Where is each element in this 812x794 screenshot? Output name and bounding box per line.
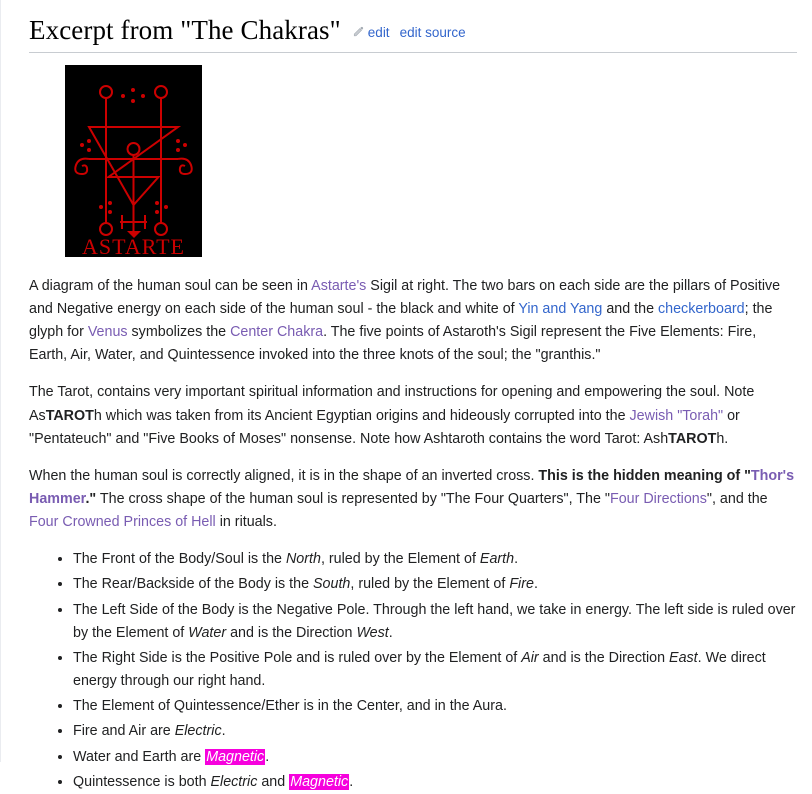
- list-item-text: and: [257, 773, 290, 790]
- p2-bold-tarot-2: TAROT: [668, 430, 717, 447]
- p3-text-1: When the human soul is correctly aligned…: [29, 467, 539, 484]
- astarte-sigil-image: ASTARTE: [65, 64, 202, 257]
- emphasis-text: South: [313, 576, 351, 593]
- emphasis-text: North: [285, 551, 321, 568]
- list-item: The Element of Quintessence/Ether is in …: [73, 695, 796, 718]
- list-item-text: The Rear/Backside of the Body is the: [73, 576, 313, 593]
- emphasis-text: Fire: [509, 576, 534, 593]
- edit-source-link[interactable]: edit source: [400, 25, 466, 40]
- list-item: The Rear/Backside of the Body is the Sou…: [73, 573, 796, 596]
- emphasis-text: Earth: [479, 551, 515, 568]
- link-four-crowned-princes-of-hell[interactable]: Four Crowned Princes of Hell: [29, 514, 216, 530]
- list-item-text: and is the Direction: [226, 624, 357, 641]
- list-item: The Left Side of the Body is the Negativ…: [73, 599, 796, 645]
- list-item-text: .: [388, 624, 393, 641]
- p2-text-2: h which was taken from its Ancient Egypt…: [93, 407, 630, 424]
- p3-bold-1: This is the hidden meaning of ": [538, 467, 751, 484]
- emphasis-text: Water: [188, 624, 227, 641]
- list-item-text: The Element of Quintessence/Ether is in …: [73, 698, 507, 715]
- p1-text-3: and the: [602, 300, 658, 317]
- heading-row: Excerpt from "The Chakras" edit edit sour…: [1, 0, 812, 48]
- highlighted-text: Magnetic: [289, 773, 350, 790]
- article-page: Excerpt from "The Chakras" edit edit sour…: [0, 0, 812, 790]
- link-four-directions[interactable]: Four Directions: [610, 491, 707, 507]
- paragraph-1: A diagram of the human soul can be seen …: [29, 275, 796, 368]
- emphasis-text: East: [669, 649, 698, 666]
- list-item-text: .: [533, 576, 538, 593]
- sigil-caption: ASTARTE: [82, 234, 185, 257]
- p3-text-4: in rituals.: [215, 514, 277, 531]
- article-content: ASTARTE A diagram of the human soul can …: [1, 64, 812, 794]
- p3-text-3: ", and the: [706, 491, 768, 507]
- list-item: Water and Earth are Magnetic.: [73, 746, 796, 769]
- list-item-text: .: [265, 748, 270, 765]
- link-venus[interactable]: Venus: [88, 324, 128, 340]
- p2-bold-tarot-1: TAROT: [45, 407, 94, 424]
- emphasis-text: Air: [521, 649, 539, 666]
- list-item: The Right Side is the Positive Pole and …: [73, 647, 796, 693]
- paragraph-2: The Tarot, contains very important spiri…: [29, 381, 796, 450]
- emphasis-text: Electric: [174, 723, 222, 740]
- list-item-text: The Front of the Body/Soul is the: [73, 551, 286, 568]
- pencil-icon: [351, 25, 365, 42]
- title-divider: [29, 51, 797, 53]
- p1-text-5: symbolizes the: [127, 324, 231, 341]
- edit-link[interactable]: edit: [368, 25, 390, 40]
- list-item-text: , ruled by the Element of: [320, 551, 480, 568]
- emphasis-text: Electric: [210, 773, 258, 790]
- link-yin-and-yang[interactable]: Yin and Yang: [518, 301, 602, 317]
- emphasis-text: West: [356, 624, 389, 641]
- section-edit-links: edit edit source: [351, 25, 466, 42]
- p1-text-1: A diagram of the human soul can be seen …: [29, 277, 312, 294]
- p3-text-2: The cross shape of the human soul is rep…: [96, 491, 610, 507]
- sigil-graphic: ASTARTE: [65, 64, 202, 257]
- list-item: Fire and Air are Electric.: [73, 720, 796, 743]
- list-item-text: Fire and Air are: [73, 723, 175, 740]
- p2-text-4: h.: [716, 430, 729, 447]
- directions-list: The Front of the Body/Soul is the North,…: [29, 548, 796, 794]
- list-item-text: Quintessence is both: [73, 773, 211, 790]
- highlighted-text: Magnetic: [205, 748, 266, 765]
- link-checkerboard[interactable]: checkerboard: [658, 301, 745, 317]
- list-item-text: The Right Side is the Positive Pole and …: [73, 649, 522, 666]
- link-jewish-torah[interactable]: Jewish "Torah": [630, 408, 724, 424]
- list-item-text: .: [349, 773, 354, 790]
- p3-bold-2: .": [85, 491, 97, 507]
- list-item-text: .: [221, 723, 226, 740]
- list-item-text: Water and Earth are: [73, 748, 206, 765]
- list-item-text: .: [514, 551, 519, 568]
- list-item-text: The Left Side of the Body is the Negativ…: [73, 601, 796, 641]
- list-item-text: , ruled by the Element of: [350, 576, 510, 593]
- paragraph-3: When the human soul is correctly aligned…: [29, 465, 796, 534]
- list-item-text: and is the Direction: [538, 649, 670, 666]
- list-item: Quintessence is both Electric and Magnet…: [73, 771, 796, 794]
- link-center-chakra[interactable]: Center Chakra: [230, 324, 323, 340]
- list-item: The Front of the Body/Soul is the North,…: [73, 548, 796, 571]
- link-astartes[interactable]: Astarte's: [311, 278, 366, 294]
- page-title: Excerpt from "The Chakras": [29, 15, 341, 45]
